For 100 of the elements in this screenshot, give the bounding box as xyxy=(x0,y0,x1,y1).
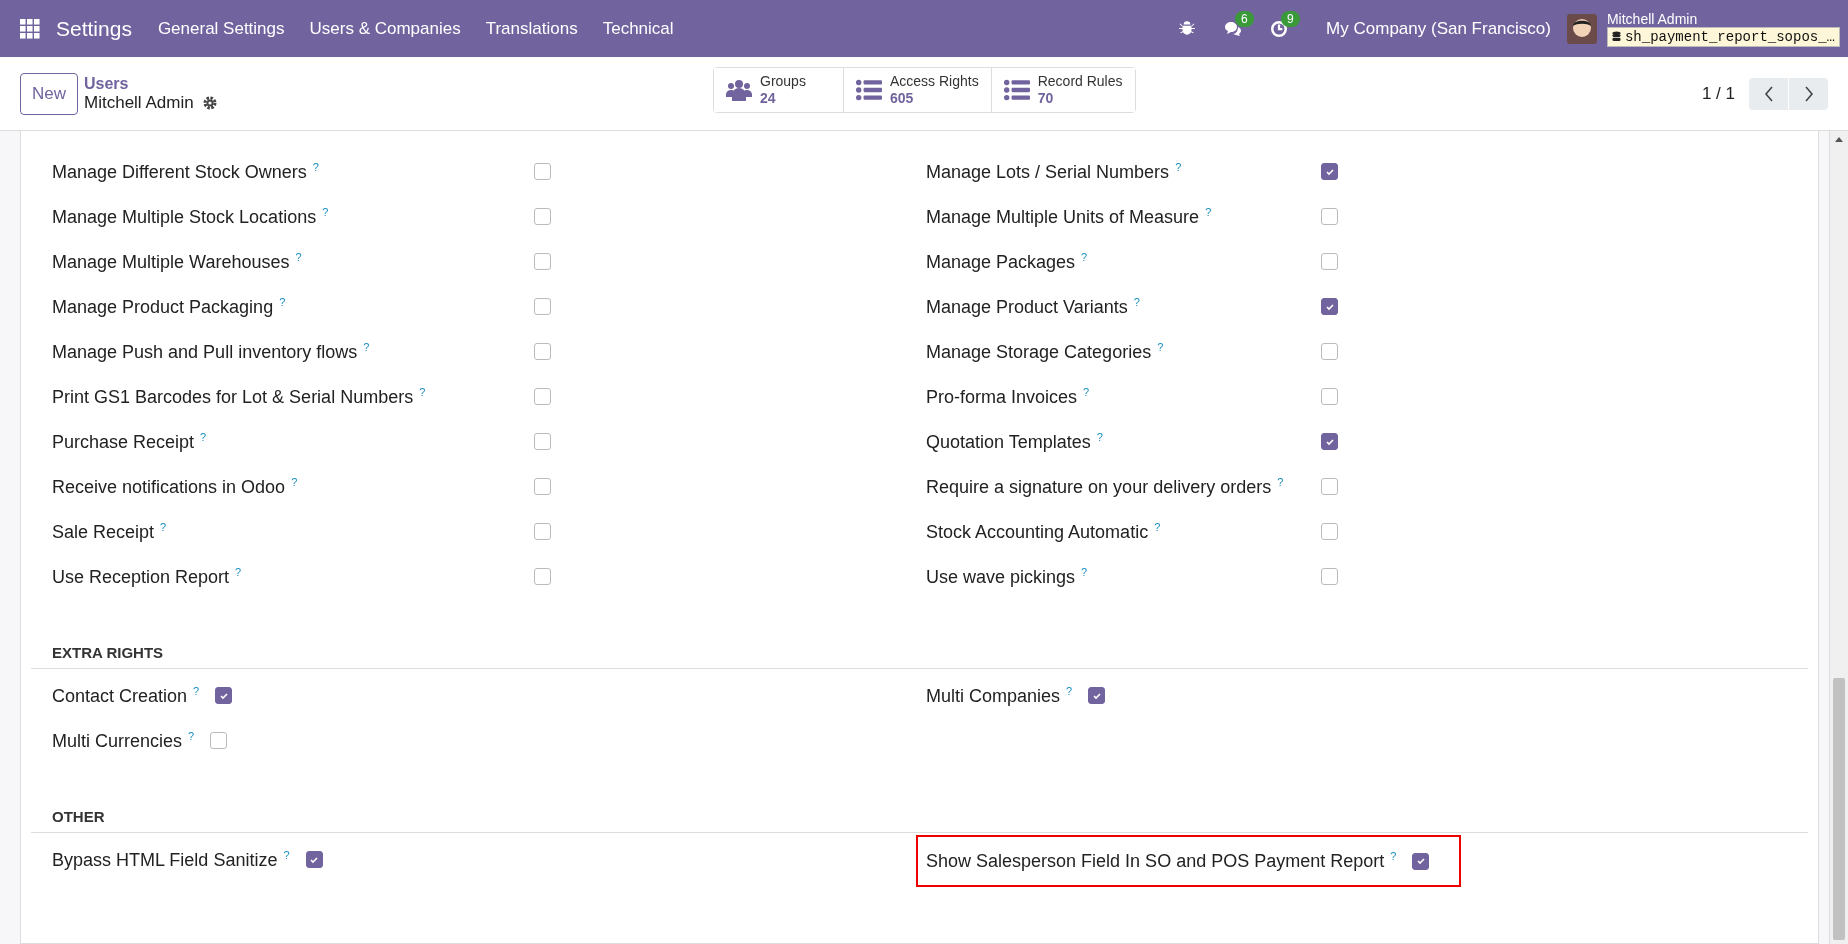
database-icon xyxy=(1611,31,1621,42)
field-label: Manage Storage Categories xyxy=(926,341,1152,362)
checkbox[interactable] xyxy=(534,343,551,360)
company-switcher[interactable]: My Company (San Francisco) xyxy=(1326,18,1551,39)
help-tooltip[interactable]: ? xyxy=(312,160,319,173)
checkbox[interactable] xyxy=(215,687,233,704)
field-label: Show Salesperson Field In SO and POS Payment Report xyxy=(926,851,1385,871)
field-label: Print GS1 Barcodes for Lot & Serial Numbers xyxy=(52,386,414,407)
field-label: Receive notifications in Odoo xyxy=(52,476,286,497)
help-tooltip[interactable]: ? xyxy=(1096,430,1103,443)
field-label: Manage Packages xyxy=(926,251,1076,272)
help-tooltip[interactable]: ? xyxy=(363,340,370,353)
chevron-left-icon xyxy=(1763,85,1774,102)
help-tooltip[interactable]: ? xyxy=(1175,160,1182,173)
settings-icon[interactable] xyxy=(201,94,218,111)
smart-button[interactable]: Groups 24 xyxy=(714,68,844,112)
menu-item[interactable]: Translations xyxy=(485,18,578,39)
help-tooltip[interactable]: ? xyxy=(283,848,290,861)
app-grid-icon[interactable] xyxy=(20,18,40,39)
field-label: Contact Creation xyxy=(52,685,188,706)
checkbox[interactable] xyxy=(534,253,551,270)
check-icon xyxy=(1324,301,1335,312)
field-label: Pro-forma Invoices xyxy=(926,386,1078,407)
new-button[interactable]: New xyxy=(20,72,78,115)
check-icon xyxy=(1415,856,1426,866)
help-tooltip[interactable]: ? xyxy=(1277,475,1284,488)
help-tooltip[interactable]: ? xyxy=(235,565,242,578)
checkbox[interactable] xyxy=(1321,388,1338,405)
scroll-up-icon[interactable] xyxy=(1835,137,1843,142)
help-tooltip[interactable]: ? xyxy=(322,205,329,218)
users-icon xyxy=(726,79,752,101)
help-tooltip[interactable]: ? xyxy=(1205,205,1212,218)
next-button[interactable] xyxy=(1789,77,1828,110)
help-tooltip[interactable]: ? xyxy=(1390,850,1397,862)
help-tooltip[interactable]: ? xyxy=(160,520,167,533)
clock-icon[interactable] xyxy=(1270,19,1289,38)
field-label: Stock Accounting Automatic xyxy=(926,521,1149,542)
chat-icon[interactable] xyxy=(1224,19,1243,38)
help-tooltip[interactable]: ? xyxy=(193,684,200,697)
checkbox[interactable] xyxy=(1321,298,1338,315)
list-icon xyxy=(856,79,882,101)
checkbox[interactable] xyxy=(534,208,551,225)
checkbox[interactable] xyxy=(1321,568,1338,585)
breadcrumb-link[interactable]: Users xyxy=(84,74,218,93)
chevron-right-icon xyxy=(1803,85,1814,102)
checkbox[interactable] xyxy=(1321,253,1338,270)
checkbox[interactable] xyxy=(1321,433,1338,450)
checkbox[interactable] xyxy=(534,433,551,450)
checkbox[interactable] xyxy=(534,478,551,495)
checkbox[interactable] xyxy=(534,523,551,540)
field-label: Manage Multiple Units of Measure xyxy=(926,206,1200,227)
help-tooltip[interactable]: ? xyxy=(1133,295,1140,308)
field-label: Bypass HTML Field Sanitize xyxy=(52,849,278,870)
avatar[interactable] xyxy=(1566,13,1597,44)
checkbox[interactable] xyxy=(1321,208,1338,225)
checkbox[interactable] xyxy=(534,163,551,180)
scrollbar-thumb[interactable] xyxy=(1833,678,1845,940)
menu-item[interactable]: General Settings xyxy=(157,18,285,39)
help-tooltip[interactable]: ? xyxy=(1066,684,1073,697)
help-tooltip[interactable]: ? xyxy=(200,430,207,443)
help-tooltip[interactable]: ? xyxy=(1081,565,1088,578)
database-label: sh_payment_report_sopos_… xyxy=(1624,28,1835,45)
checkbox[interactable] xyxy=(1321,343,1338,360)
user-name[interactable]: Mitchell Admin xyxy=(1606,10,1840,27)
count-badge: 6 xyxy=(1235,10,1254,27)
checkbox[interactable] xyxy=(1321,163,1338,180)
checkbox[interactable] xyxy=(1321,523,1338,540)
field-label: Manage Push and Pull inventory flows xyxy=(52,341,358,362)
checkbox[interactable] xyxy=(534,568,551,585)
check-icon xyxy=(309,854,320,865)
help-tooltip[interactable]: ? xyxy=(1081,250,1088,263)
checkbox[interactable] xyxy=(1412,852,1430,870)
record-title: Mitchell Admin xyxy=(84,92,194,113)
checkbox[interactable] xyxy=(534,298,551,315)
help-tooltip[interactable]: ? xyxy=(188,729,195,742)
menu-item[interactable]: Technical xyxy=(602,18,674,39)
field-label: Manage Multiple Warehouses xyxy=(52,251,290,272)
field-label: Manage Multiple Stock Locations xyxy=(52,206,317,227)
checkbox[interactable] xyxy=(1321,478,1338,495)
checkbox[interactable] xyxy=(210,732,228,749)
help-tooltip[interactable]: ? xyxy=(1154,520,1161,533)
scrollbar[interactable] xyxy=(1829,131,1848,944)
bug-icon[interactable] xyxy=(1178,19,1197,38)
count-badge: 9 xyxy=(1281,10,1300,27)
menu-item[interactable]: Users & Companies xyxy=(309,18,461,39)
section-heading: OTHER xyxy=(31,763,1808,833)
help-tooltip[interactable]: ? xyxy=(1157,340,1164,353)
app-title[interactable]: Settings xyxy=(56,16,132,41)
help-tooltip[interactable]: ? xyxy=(419,385,426,398)
help-tooltip[interactable]: ? xyxy=(295,250,302,263)
checkbox[interactable] xyxy=(534,388,551,405)
checkbox[interactable] xyxy=(305,851,323,868)
check-icon xyxy=(1091,690,1102,701)
help-tooltip[interactable]: ? xyxy=(279,295,286,308)
help-tooltip[interactable]: ? xyxy=(291,475,298,488)
previous-button[interactable] xyxy=(1749,77,1788,110)
checkbox[interactable] xyxy=(1088,687,1106,704)
help-tooltip[interactable]: ? xyxy=(1083,385,1090,398)
field-label: Quotation Templates xyxy=(926,431,1091,452)
check-icon xyxy=(1324,436,1335,447)
